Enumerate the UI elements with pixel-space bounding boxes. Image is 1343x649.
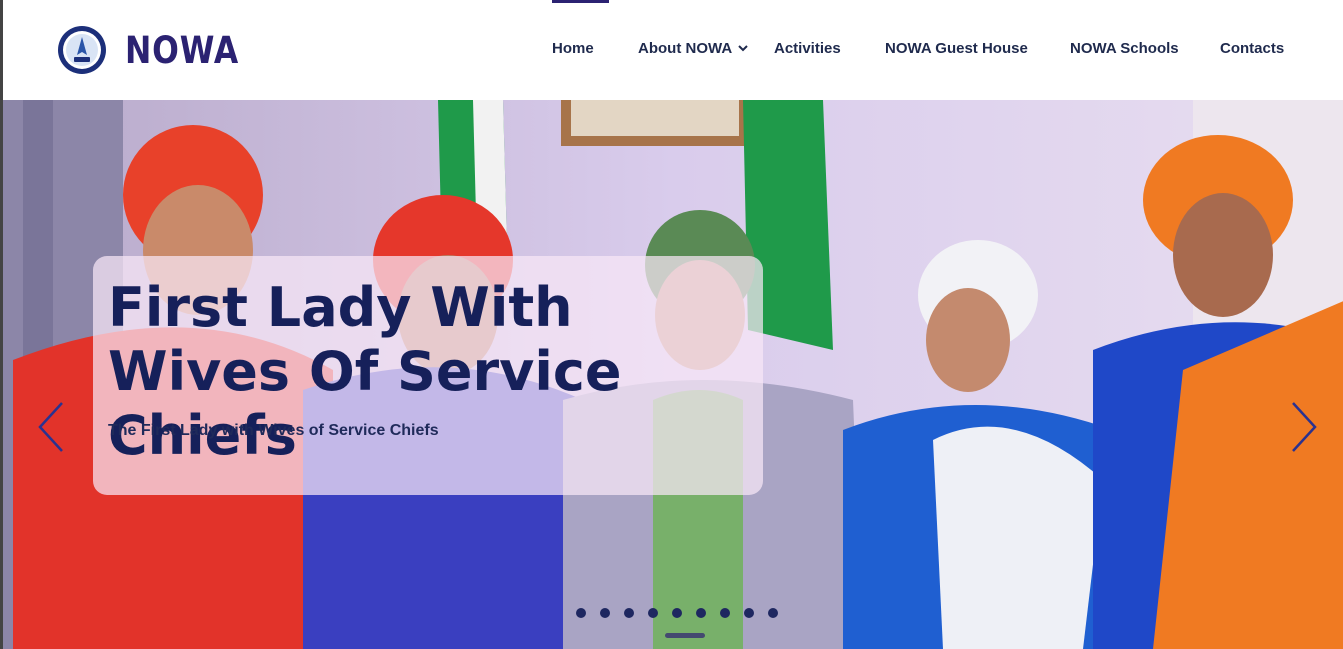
- hero-slider: First Lady With Wives Of Service Chiefs …: [0, 100, 1343, 649]
- nav-home[interactable]: Home: [552, 40, 594, 57]
- slider-dot-8[interactable]: [744, 608, 754, 618]
- slider-dot-1[interactable]: [576, 608, 586, 618]
- nav-guest-house[interactable]: NOWA Guest House: [885, 40, 1028, 57]
- nav-about-nowa[interactable]: About NOWA: [638, 40, 748, 57]
- slider-prev-arrow-icon[interactable]: [36, 400, 66, 454]
- brand-name: NOWA: [125, 28, 240, 72]
- slide-subtitle: The First Lady with Wives of Service Chi…: [108, 422, 439, 439]
- nowa-emblem-icon: [58, 26, 106, 74]
- chevron-down-icon: [738, 45, 748, 52]
- slider-dot-5[interactable]: [672, 608, 682, 618]
- slider-dot-7[interactable]: [720, 608, 730, 618]
- brand-logo-link[interactable]: NOWA: [57, 25, 259, 75]
- slider-dot-6[interactable]: [696, 608, 706, 618]
- slider-pagination: [576, 608, 792, 618]
- slider-dot-4[interactable]: [648, 608, 658, 618]
- active-nav-indicator: [552, 0, 609, 3]
- nav-contacts[interactable]: Contacts: [1220, 40, 1284, 57]
- slider-dot-3[interactable]: [624, 608, 634, 618]
- slider-progress-bar: [665, 633, 705, 638]
- nav-schools[interactable]: NOWA Schools: [1070, 40, 1179, 57]
- nav-activities[interactable]: Activities: [774, 40, 841, 57]
- nav-about-label: About NOWA: [638, 40, 733, 57]
- slider-next-arrow-icon[interactable]: [1289, 400, 1319, 454]
- site-header: NOWA Home About NOWA Activities NOWA Gue…: [0, 0, 1343, 100]
- slider-dot-2[interactable]: [600, 608, 610, 618]
- slider-dot-9[interactable]: [768, 608, 778, 618]
- slide-caption: First Lady With Wives Of Service Chiefs …: [93, 256, 763, 495]
